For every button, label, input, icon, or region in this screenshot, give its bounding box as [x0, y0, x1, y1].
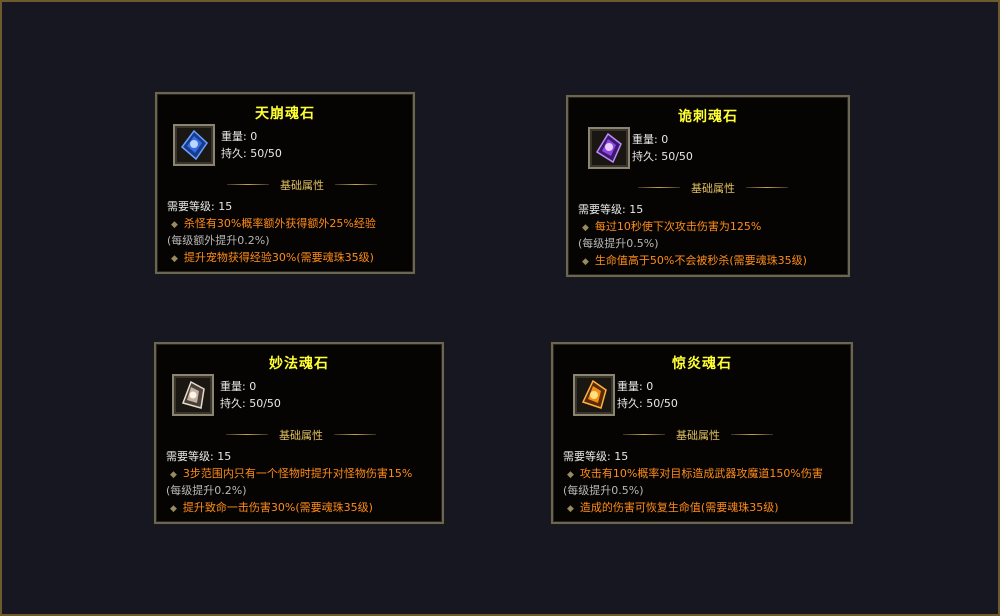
white-soul-stone-icon	[182, 380, 205, 409]
section-label: 基础属性	[279, 429, 323, 442]
fire-soul-stone-icon	[581, 379, 607, 409]
per-level-bonus: (每级额外提升0.2%)	[167, 234, 270, 247]
diamond-bullet-icon: ◆	[171, 220, 178, 230]
effect-line-1: ◆ 杀怪有30%概率额外获得额外25%经验	[171, 217, 376, 230]
diamond-bullet-icon: ◆	[582, 223, 589, 233]
required-level: 需要等级: 15	[563, 450, 629, 463]
effect-line-1: ◆ 攻击有10%概率对目标造成武器攻魔道150%伤害	[567, 467, 823, 480]
item-tooltip-miaofa: 妙法魂石 重量: 0 持久: 50/50 基础属性 需要等级: 15 ◆ 3步范围…	[154, 342, 444, 524]
item-slot[interactable]	[588, 127, 630, 169]
section-label: 基础属性	[280, 179, 324, 192]
effect-line-2: ◆ 提升致命一击伤害30%(需要魂珠35级)	[170, 501, 373, 514]
item-name: 天崩魂石	[255, 106, 315, 122]
section-divider: 基础属性	[638, 181, 788, 195]
item-name: 诡刺魂石	[678, 109, 738, 125]
diamond-bullet-icon: ◆	[170, 504, 177, 514]
section-label: 基础属性	[691, 182, 735, 195]
durability-stat: 持久: 50/50	[221, 147, 282, 160]
durability-stat: 持久: 50/50	[632, 150, 693, 163]
section-divider: 基础属性	[227, 178, 377, 192]
required-level: 需要等级: 15	[166, 450, 232, 463]
effect-line-2: ◆ 生命值高于50%不会被秒杀(需要魂珠35级)	[582, 254, 807, 267]
effect-line-2: ◆ 造成的伤害可恢复生命值(需要魂珠35级)	[567, 501, 779, 514]
per-level-bonus: (每级提升0.5%)	[578, 237, 659, 250]
section-divider: 基础属性	[226, 428, 376, 442]
blue-soul-stone-icon	[180, 129, 208, 161]
required-level: 需要等级: 15	[578, 203, 644, 216]
game-screen: 天崩魂石 重量: 0 持久: 50/50 基础属性 需要等级: 15 ◆ 杀怪有3…	[0, 0, 1000, 616]
effect-line-2: ◆ 提升宠物获得经验30%(需要魂珠35级)	[171, 251, 374, 264]
per-level-bonus: (每级提升0.5%)	[563, 484, 644, 497]
weight-stat: 重量: 0	[617, 380, 654, 393]
diamond-bullet-icon: ◆	[567, 504, 574, 514]
weight-stat: 重量: 0	[221, 130, 258, 143]
diamond-bullet-icon: ◆	[171, 254, 178, 264]
required-level: 需要等级: 15	[167, 200, 233, 213]
item-tooltip-guici: 诡刺魂石 重量: 0 持久: 50/50 基础属性 需要等级: 15 ◆ 每过10…	[566, 95, 850, 277]
item-name: 妙法魂石	[269, 356, 329, 372]
weight-stat: 重量: 0	[220, 380, 257, 393]
weight-stat: 重量: 0	[632, 133, 669, 146]
durability-stat: 持久: 50/50	[220, 397, 281, 410]
item-slot[interactable]	[173, 124, 215, 166]
diamond-bullet-icon: ◆	[582, 257, 589, 267]
per-level-bonus: (每级提升0.2%)	[166, 484, 247, 497]
section-divider: 基础属性	[623, 428, 773, 442]
effect-line-1: ◆ 3步范围内只有一个怪物时提升对怪物伤害15%	[170, 467, 413, 480]
item-name: 惊炎魂石	[672, 356, 732, 372]
durability-stat: 持久: 50/50	[617, 397, 678, 410]
effect-line-1: ◆ 每过10秒使下次攻击伤害为125%	[582, 220, 762, 233]
item-slot[interactable]	[172, 374, 214, 416]
diamond-bullet-icon: ◆	[567, 470, 574, 480]
item-slot[interactable]	[573, 374, 615, 416]
diamond-bullet-icon: ◆	[170, 470, 177, 480]
purple-soul-stone-icon	[595, 132, 622, 164]
item-tooltip-tianbeng: 天崩魂石 重量: 0 持久: 50/50 基础属性 需要等级: 15 ◆ 杀怪有3…	[155, 92, 415, 274]
item-tooltip-jingyan: 惊炎魂石 重量: 0 持久: 50/50 基础属性 需要等级: 15 ◆ 攻击有1…	[551, 342, 853, 524]
section-label: 基础属性	[676, 429, 720, 442]
